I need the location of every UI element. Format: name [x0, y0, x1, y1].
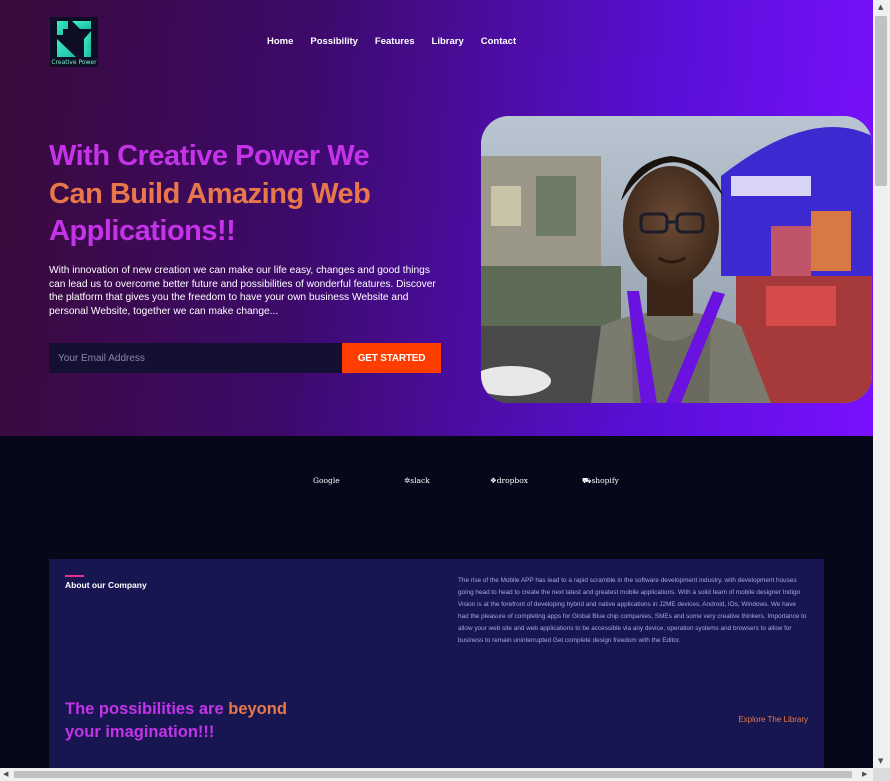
about-panel: About our Company The rise of the Mobile… — [49, 559, 824, 768]
brand-logos: Google ✲slack ❖dropbox ⛟shopify — [0, 476, 873, 486]
headline-line-3: Applications!! — [49, 215, 236, 247]
dropbox-icon: ❖ — [490, 476, 497, 485]
about-text: The rise of the Mobile APP has lead to a… — [458, 577, 807, 644]
headline-line-2: Can Build Amazing Web — [49, 177, 371, 210]
dropbox-logo: ❖dropbox — [490, 476, 528, 485]
shopify-logo: ⛟shopify — [582, 476, 619, 485]
portrait-image — [481, 116, 872, 403]
nav-library[interactable]: Library — [432, 36, 464, 47]
explore-library-link[interactable]: Explore The Library — [738, 715, 808, 724]
scroll-right-icon[interactable]: ▶ — [862, 771, 867, 778]
scroll-down-icon[interactable]: ▼ — [878, 758, 883, 765]
horizontal-scroll-thumb[interactable] — [14, 771, 852, 778]
horizontal-scrollbar[interactable]: ◀ ▶ — [0, 768, 873, 781]
scroll-left-icon[interactable]: ◀ — [3, 771, 8, 778]
email-input[interactable]: Your Email Address — [49, 343, 342, 373]
hero-description: With innovation of new creation we can m… — [49, 265, 436, 317]
logo-text: Creative Power — [51, 59, 97, 66]
vertical-scrollbar[interactable]: ▲ ▼ — [873, 0, 890, 768]
hero-headline: With Creative Power We Can Build Amazing… — [49, 138, 449, 251]
possibilities-heading: The possibilities are beyond your imagina… — [65, 700, 287, 741]
about-accent-bar — [65, 575, 84, 577]
nav-features[interactable]: Features — [375, 36, 415, 47]
hero-section: Creative Power Home Possibility Features… — [0, 0, 873, 436]
nav-home[interactable]: Home — [267, 36, 293, 47]
hero-photo — [481, 116, 872, 403]
main-nav: Home Possibility Features Library Contac… — [267, 36, 533, 47]
google-logo: Google — [313, 476, 340, 485]
logo-mark-icon — [57, 21, 91, 57]
get-started-button[interactable]: GET STARTED — [342, 343, 441, 373]
about-title: About our Company — [65, 580, 147, 590]
headline-line-1: With Creative Power We — [49, 140, 370, 172]
nav-possibility[interactable]: Possibility — [310, 36, 358, 47]
page-viewport: Creative Power Home Possibility Features… — [0, 0, 873, 768]
vertical-scroll-thumb[interactable] — [875, 16, 887, 186]
logo[interactable]: Creative Power — [50, 17, 98, 67]
email-placeholder: Your Email Address — [58, 352, 145, 364]
scroll-up-icon[interactable]: ▲ — [878, 4, 883, 11]
nav-contact[interactable]: Contact — [481, 36, 516, 47]
slack-logo: ✲slack — [404, 476, 430, 485]
scrollbar-corner — [873, 768, 890, 781]
